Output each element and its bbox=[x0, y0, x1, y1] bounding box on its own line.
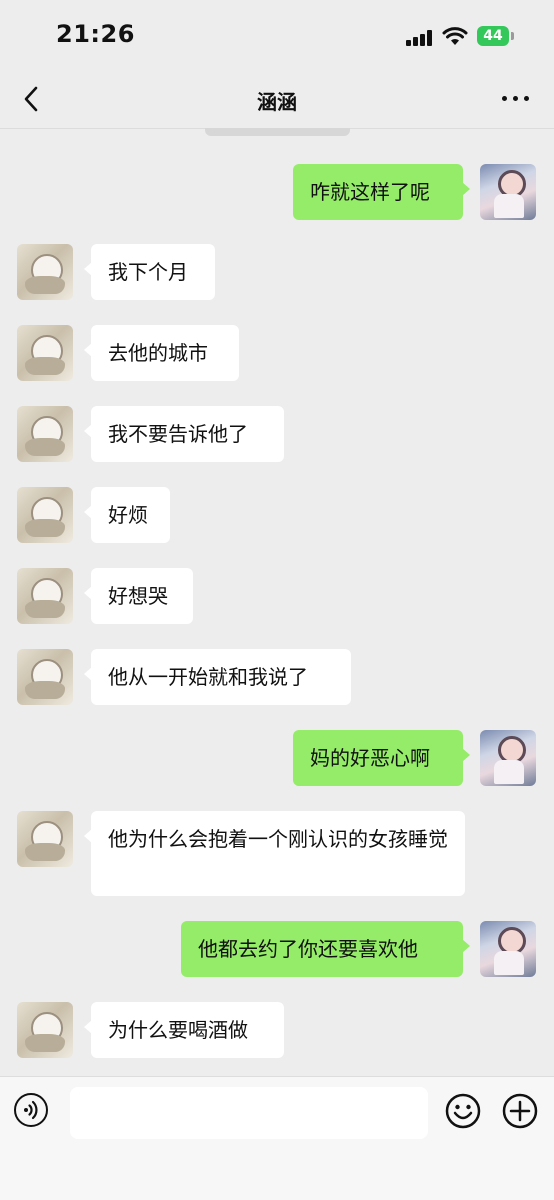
emoji-icon[interactable] bbox=[445, 1093, 481, 1129]
contact-avatar[interactable] bbox=[17, 244, 73, 300]
contact-avatar[interactable] bbox=[17, 487, 73, 543]
my-avatar[interactable] bbox=[480, 921, 536, 977]
cellular-signal-icon bbox=[406, 30, 432, 46]
status-time: 21:26 bbox=[56, 20, 135, 48]
input-bar bbox=[0, 1076, 554, 1200]
my-avatar[interactable] bbox=[480, 730, 536, 786]
chat-title: 涵涵 bbox=[257, 90, 297, 114]
message-bubble-outgoing[interactable]: 妈的好恶心啊 bbox=[293, 730, 470, 786]
contact-avatar[interactable] bbox=[17, 649, 73, 705]
plus-icon[interactable] bbox=[502, 1093, 538, 1129]
battery-cap bbox=[511, 32, 514, 40]
message-bubble-incoming[interactable]: 我不要告诉他了 bbox=[84, 406, 284, 462]
more-icon[interactable] bbox=[502, 94, 530, 104]
my-avatar[interactable] bbox=[480, 164, 536, 220]
message-input[interactable] bbox=[70, 1087, 428, 1139]
message-bubble-incoming[interactable]: 好烦 bbox=[84, 487, 170, 543]
message-bubble-incoming[interactable]: 去他的城市 bbox=[84, 325, 239, 381]
contact-avatar[interactable] bbox=[17, 568, 73, 624]
contact-avatar[interactable] bbox=[17, 811, 73, 867]
wifi-icon bbox=[442, 27, 468, 45]
message-bubble-outgoing[interactable]: 咋就这样了呢 bbox=[293, 164, 470, 220]
contact-avatar[interactable] bbox=[17, 1002, 73, 1058]
message-bubble-incoming[interactable]: 他从一开始就和我说了 bbox=[84, 649, 351, 705]
message-bubble-incoming[interactable]: 为什么要喝酒做 bbox=[84, 1002, 284, 1058]
message-bubble-incoming[interactable]: 我下个月 bbox=[84, 244, 215, 300]
message-bubble-incoming[interactable]: 好想哭 bbox=[84, 568, 193, 624]
chat-header: 涵涵 bbox=[0, 72, 554, 129]
contact-avatar[interactable] bbox=[17, 325, 73, 381]
message-bubble-outgoing[interactable]: 他都去约了你还要喜欢他 bbox=[181, 921, 470, 977]
previous-message-edge bbox=[205, 128, 350, 136]
battery-level: 44 bbox=[477, 26, 509, 46]
message-bubble-incoming[interactable]: 他为什么会抱着一个刚认识的女孩睡觉 bbox=[84, 811, 465, 896]
voice-icon[interactable] bbox=[14, 1093, 48, 1127]
contact-avatar[interactable] bbox=[17, 406, 73, 462]
status-bar: 21:26 44 bbox=[0, 0, 554, 72]
